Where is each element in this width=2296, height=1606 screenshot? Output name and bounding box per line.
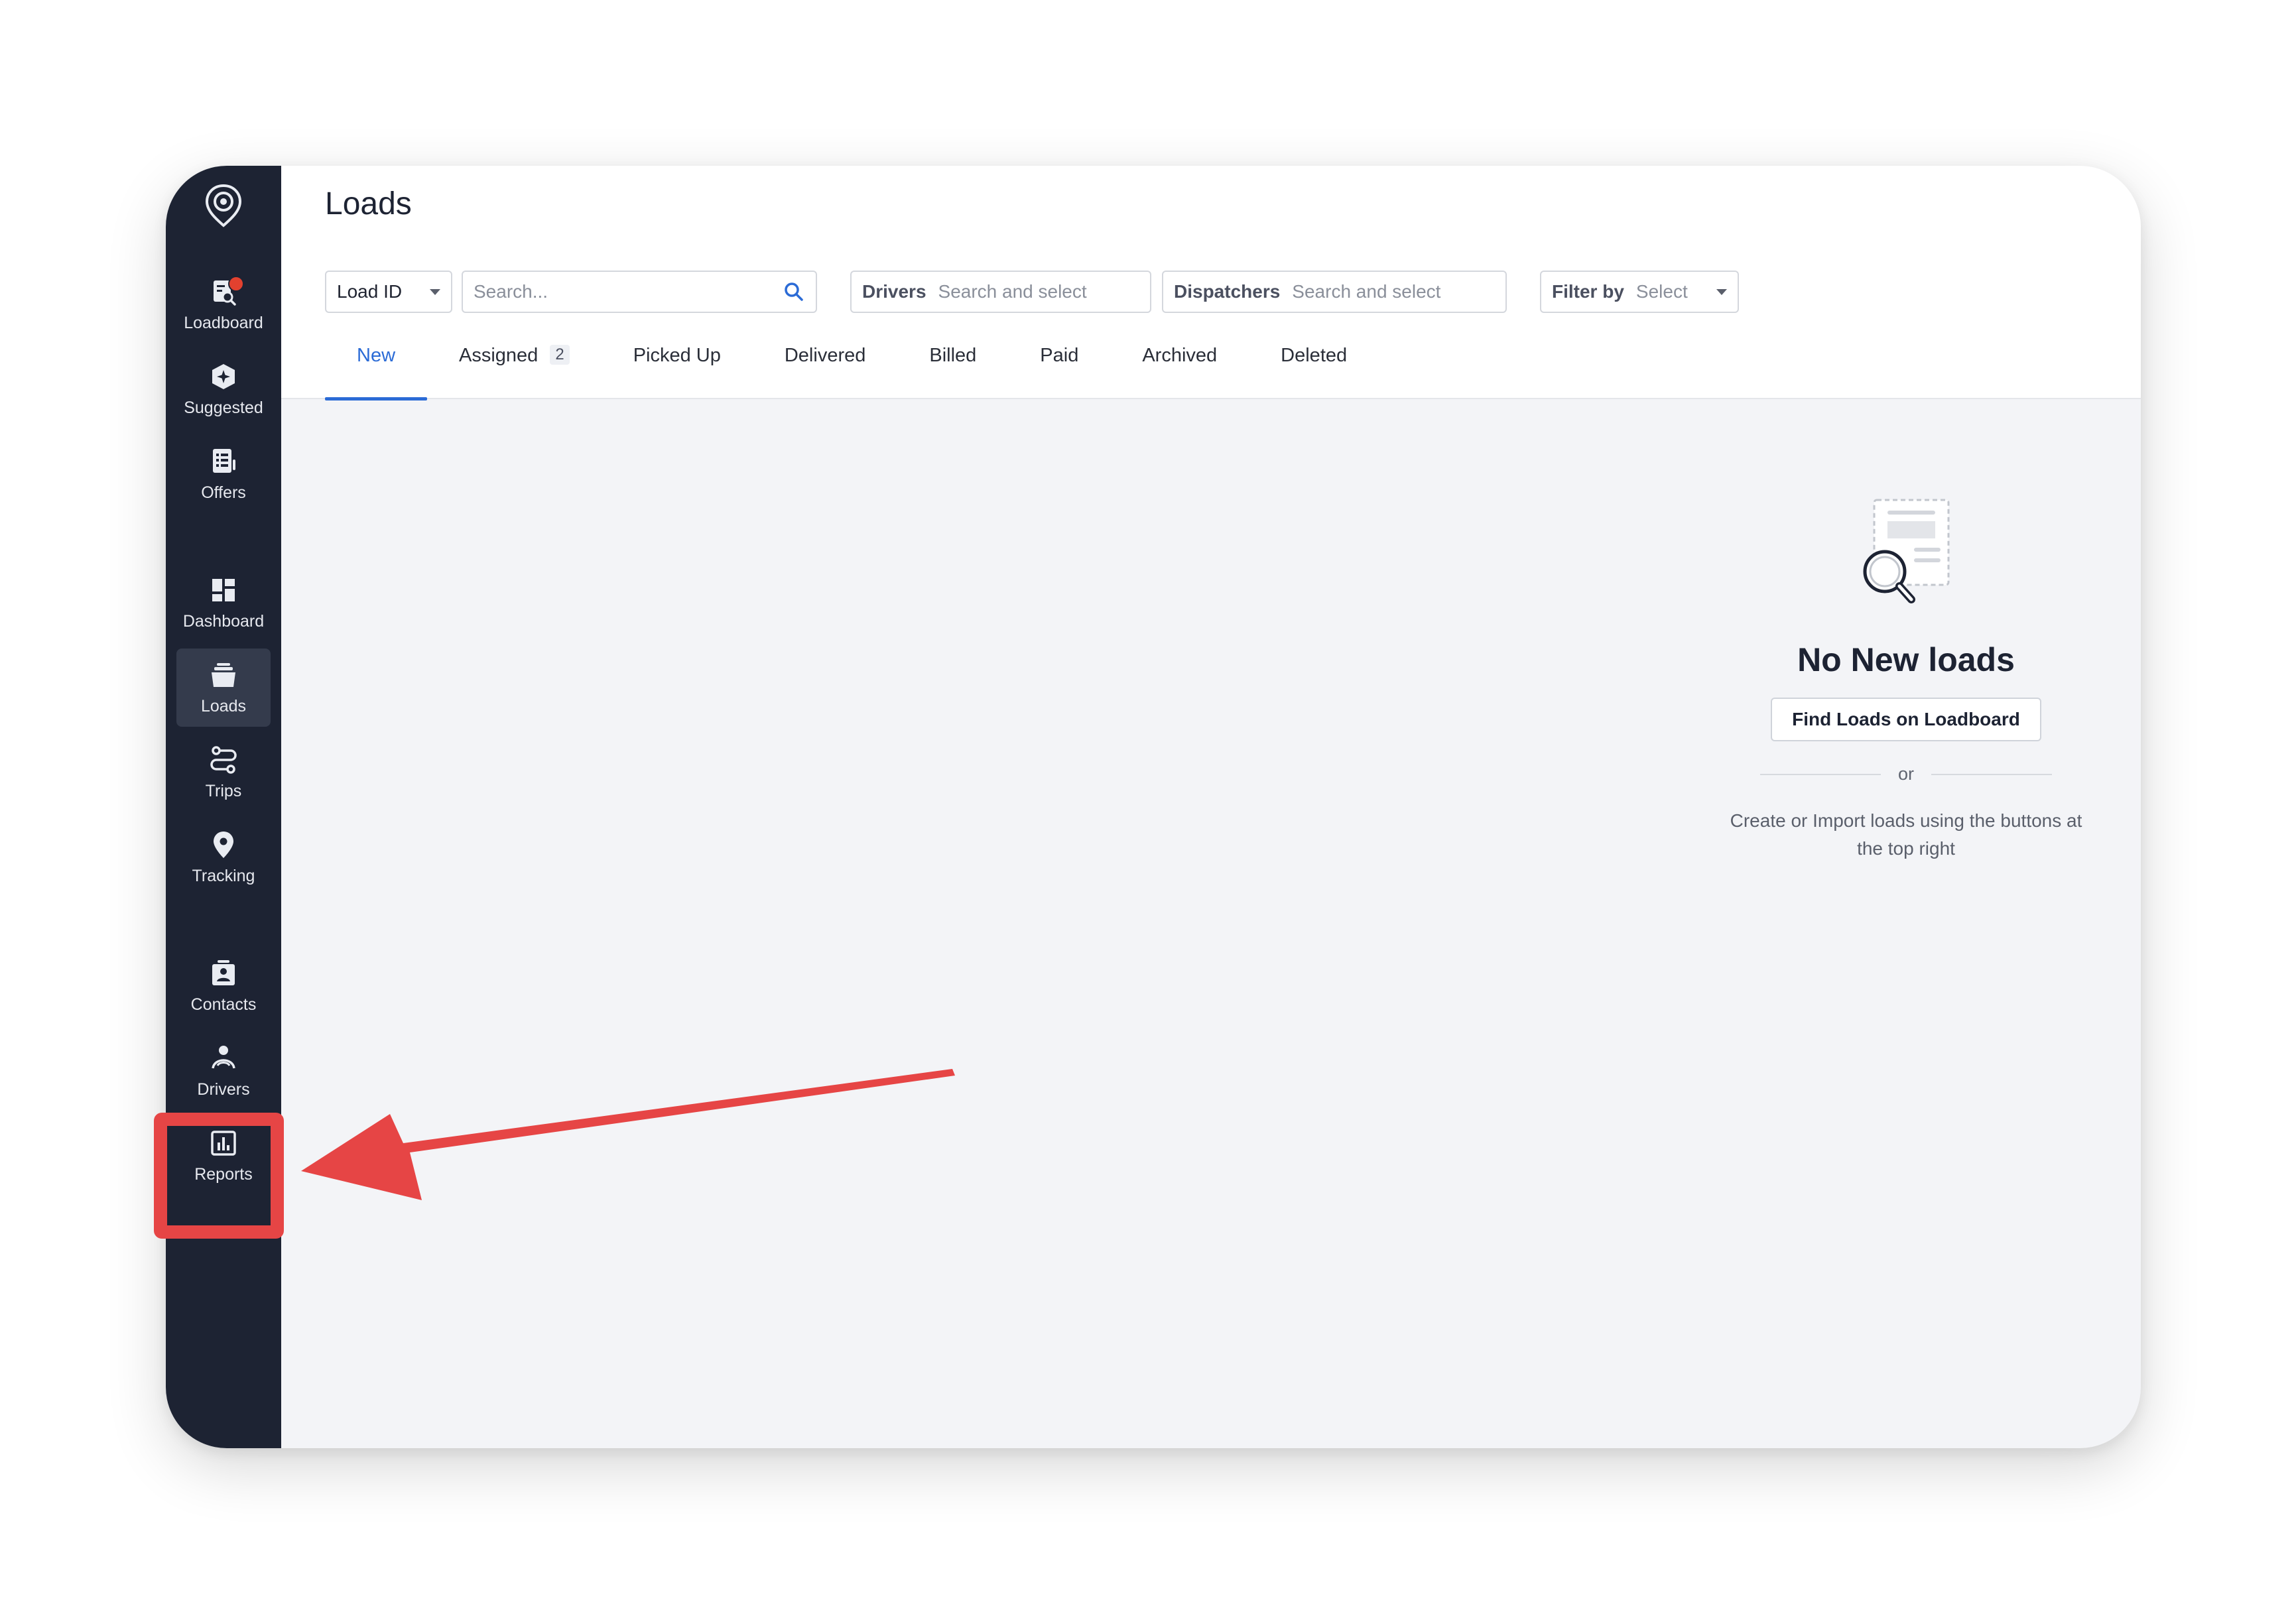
empty-state-title: No New loads [1797, 641, 2015, 678]
empty-search-illustration-icon [1863, 499, 1950, 603]
tab-paid[interactable]: Paid [1008, 341, 1110, 399]
drivers-label: Drivers [862, 281, 926, 302]
sidebar-item-tracking[interactable]: Tracking [176, 818, 271, 896]
find-loads-button[interactable]: Find Loads on Loadboard [1771, 698, 2041, 741]
reports-highlight-box [154, 1113, 284, 1239]
sidebar-item-label: Trips [205, 781, 242, 800]
app-window: Loadboard Suggested Offers Dashboard Loa… [166, 166, 2141, 1448]
tab-assigned[interactable]: Assigned 2 [427, 341, 602, 399]
dispatchers-select[interactable]: Dispatchers Search and select [1162, 271, 1507, 313]
tab-archived[interactable]: Archived [1110, 341, 1249, 399]
status-tabs: New Assigned 2 Picked Up Delivered Bille… [325, 341, 1379, 401]
or-text: or [1898, 764, 1915, 784]
offers-icon [213, 448, 235, 473]
tab-label: Assigned [459, 345, 539, 366]
contacts-icon [212, 959, 235, 985]
drivers-icon [212, 1045, 235, 1069]
loads-icon [212, 662, 235, 687]
sidebar-item-contacts[interactable]: Contacts [176, 947, 271, 1025]
sidebar-item-label: Loads [200, 696, 247, 715]
divider-line [1760, 773, 1881, 775]
trips-icon [210, 745, 237, 774]
filter-by-value: Select [1635, 281, 1688, 302]
filter-by-select[interactable]: Filter by Select [1540, 271, 1739, 313]
tab-delivered[interactable]: Delivered [753, 341, 898, 399]
sidebar-item-suggested[interactable]: Suggested [176, 350, 271, 428]
tab-picked-up[interactable]: Picked Up [602, 341, 753, 399]
empty-state: No New loads Find Loads on Loadboard or … [1707, 497, 2105, 863]
filter-by-label: Filter by [1552, 281, 1624, 302]
drivers-placeholder: Search and select [938, 281, 1087, 302]
logo-icon [205, 184, 242, 227]
dashboard-icon [212, 578, 235, 601]
sidebar-item-trips[interactable]: Trips [176, 733, 271, 812]
sidebar-item-drivers[interactable]: Drivers [176, 1032, 271, 1110]
drivers-select[interactable]: Drivers Search and select [850, 271, 1151, 313]
sidebar-item-dashboard[interactable]: Dashboard [176, 564, 271, 642]
tab-new[interactable]: New [325, 341, 428, 401]
main-content: Loads Load ID Search... Drivers Search a… [281, 166, 2141, 1448]
load-id-select[interactable]: Load ID [325, 271, 452, 313]
dispatchers-placeholder: Search and select [1292, 281, 1441, 302]
chevron-down-icon [430, 288, 440, 295]
sidebar-item-label: Offers [201, 483, 246, 502]
page-title: Loads [325, 186, 412, 221]
sidebar-item-offers[interactable]: Offers [176, 435, 271, 513]
tab-deleted[interactable]: Deleted [1249, 341, 1379, 399]
tab-label: Billed [929, 345, 977, 366]
location-pin-icon [214, 831, 233, 858]
chevron-down-icon [1716, 288, 1727, 295]
divider-line [1931, 773, 2053, 775]
dispatchers-label: Dispatchers [1174, 281, 1281, 302]
sidebar-item-label: Suggested [184, 398, 263, 417]
load-id-select-value: Load ID [337, 281, 403, 302]
empty-state-description: Create or Import loads using the buttons… [1730, 810, 2082, 859]
search-input[interactable]: Search... [462, 271, 817, 313]
tab-label: Deleted [1281, 345, 1348, 366]
sidebar: Loadboard Suggested Offers Dashboard Loa… [166, 166, 281, 1448]
or-divider: or [1760, 764, 2053, 784]
search-placeholder: Search... [474, 281, 548, 302]
notification-dot [228, 276, 244, 292]
sidebar-item-loadboard[interactable]: Loadboard [176, 265, 271, 343]
tab-label: Paid [1040, 345, 1079, 366]
suggested-icon [212, 363, 235, 389]
sidebar-item-label: Loadboard [184, 313, 263, 332]
search-icon[interactable] [783, 280, 805, 303]
tab-label: New [357, 345, 396, 366]
tab-label: Picked Up [633, 345, 721, 366]
sidebar-item-label: Contacts [190, 995, 257, 1014]
tab-label: Archived [1142, 345, 1218, 366]
count-badge: 2 [550, 345, 570, 365]
sidebar-item-label: Dashboard [182, 611, 265, 631]
sidebar-item-label: Drivers [197, 1080, 250, 1099]
tab-label: Delivered [784, 345, 866, 366]
tab-billed[interactable]: Billed [897, 341, 1008, 399]
annotation-arrow-icon [301, 1069, 955, 1200]
sidebar-item-loads[interactable]: Loads [176, 649, 271, 727]
sidebar-item-label: Tracking [192, 866, 255, 885]
page-header: Loads Load ID Search... Drivers Search a… [281, 166, 2141, 401]
